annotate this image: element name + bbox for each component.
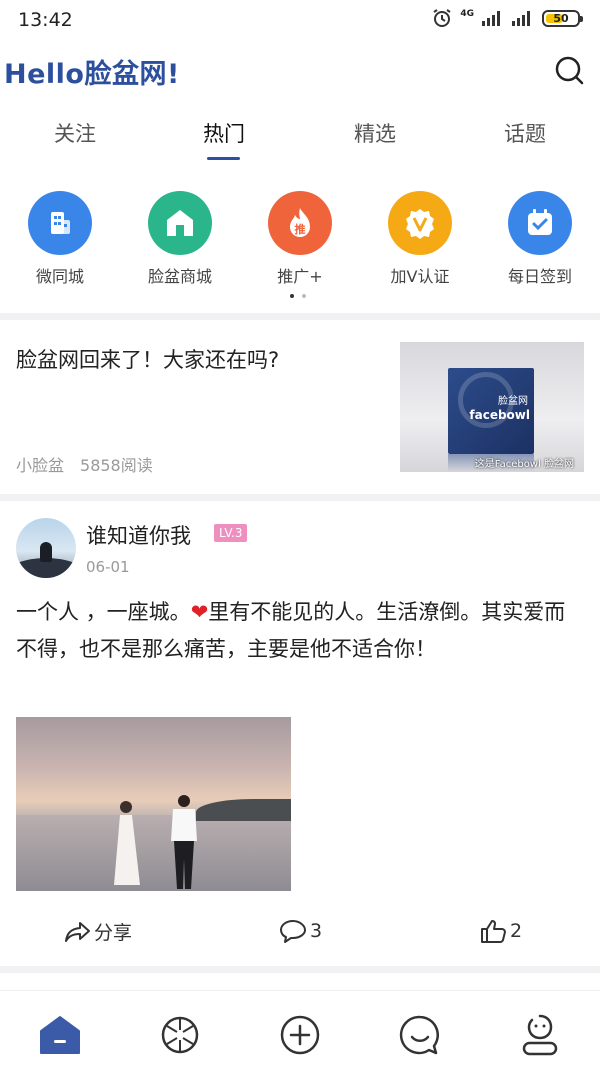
calendar-icon bbox=[508, 191, 572, 255]
post-username[interactable]: 谁知道你我 bbox=[86, 520, 191, 550]
message-icon bbox=[399, 1015, 439, 1055]
nav-home[interactable] bbox=[38, 1013, 82, 1057]
status-icons: 4G 50 bbox=[432, 8, 583, 28]
alarm-icon bbox=[433, 9, 451, 27]
post-text-part1: 一个人 ，一座城。 bbox=[16, 600, 191, 624]
bottom-navigation bbox=[0, 990, 600, 1067]
status-bar: 13:42 4G 50 bbox=[0, 0, 600, 40]
nav-messages[interactable] bbox=[398, 1013, 442, 1057]
active-tab-indicator bbox=[207, 157, 240, 160]
tab-follow[interactable]: 关注 bbox=[25, 118, 125, 148]
tab-hot[interactable]: 热门 bbox=[174, 118, 274, 148]
post-image[interactable] bbox=[16, 717, 291, 891]
status-time: 13:42 bbox=[18, 9, 73, 31]
logo-text-en: facebowl bbox=[469, 408, 530, 422]
section-divider bbox=[0, 313, 600, 320]
quick-link-mall[interactable]: 脸盆商城 bbox=[125, 186, 235, 287]
quick-link-promote[interactable]: 推 推广+ bbox=[245, 186, 355, 287]
promote-icon: 推 bbox=[268, 191, 332, 255]
home-icon bbox=[40, 1016, 80, 1054]
network-type: 4G bbox=[460, 9, 474, 19]
battery-level: 50 bbox=[553, 11, 569, 25]
facebowl-logo: 脸盆网 facebowl bbox=[448, 368, 534, 454]
thumbnail-caption: 这是Facebowl 脸盆网 bbox=[474, 459, 574, 470]
nav-discover[interactable] bbox=[158, 1013, 202, 1057]
comment-button[interactable]: 3 bbox=[278, 918, 322, 944]
quick-link-verify[interactable]: 加V认证 bbox=[365, 186, 475, 287]
bride-figure bbox=[114, 801, 140, 885]
verify-icon bbox=[388, 191, 452, 255]
avatar[interactable] bbox=[16, 518, 76, 578]
signal-icon-2 bbox=[512, 11, 530, 26]
quick-link-label: 推广+ bbox=[277, 267, 323, 286]
nav-publish[interactable] bbox=[278, 1013, 322, 1057]
profile-icon bbox=[522, 1014, 558, 1056]
search-icon bbox=[555, 56, 584, 85]
post-body[interactable]: 一个人 ，一座城。❤里有不能见的人。生活潦倒。其实爱而不得，也不是那么痛苦，主要… bbox=[16, 594, 586, 668]
article-thumbnail: 脸盆网 facebowl 这是Facebowl 脸盆网 bbox=[400, 342, 584, 472]
article-author: 小脸盆 bbox=[16, 456, 65, 475]
feed-tabs: 关注 热门 精选 话题 bbox=[0, 112, 600, 164]
level-badge: LV.3 bbox=[214, 524, 248, 542]
app-title: Hello脸盆网! bbox=[4, 59, 180, 90]
nav-profile[interactable] bbox=[518, 1013, 562, 1057]
building-icon bbox=[28, 191, 92, 255]
post-actions: 分享 3 2 bbox=[0, 912, 600, 952]
page-dot bbox=[302, 294, 306, 298]
heart-icon: ❤ bbox=[190, 600, 209, 624]
page-indicator bbox=[290, 294, 306, 298]
quick-link-label: 脸盆商城 bbox=[147, 267, 212, 286]
article-card[interactable]: 脸盆网回来了！大家还在吗? 小脸盆 5858阅读 脸盆网 facebowl 这是F… bbox=[0, 322, 600, 492]
section-divider bbox=[0, 494, 600, 501]
share-label: 分享 bbox=[94, 922, 133, 944]
like-button[interactable]: 2 bbox=[480, 918, 522, 944]
tab-featured[interactable]: 精选 bbox=[325, 118, 425, 148]
signal-icon bbox=[482, 11, 500, 26]
svg-text:推: 推 bbox=[295, 222, 306, 236]
like-count: 2 bbox=[510, 920, 523, 942]
article-meta: 小脸盆 5858阅读 bbox=[16, 452, 153, 476]
quick-links: 微同城 脸盆商城 推 推广+ 加V认证 每日签到 bbox=[0, 186, 600, 296]
article-title: 脸盆网回来了！大家还在吗? bbox=[16, 348, 280, 372]
quick-link-city[interactable]: 微同城 bbox=[5, 186, 115, 287]
article-reads: 5858阅读 bbox=[80, 456, 153, 475]
quick-link-label: 微同城 bbox=[35, 267, 84, 286]
logo-text-cn: 脸盆网 bbox=[498, 396, 528, 407]
share-button[interactable]: 分享 bbox=[64, 918, 132, 945]
battery-icon: 50 bbox=[542, 9, 583, 27]
home-icon bbox=[148, 191, 212, 255]
share-icon bbox=[65, 921, 90, 942]
comment-icon bbox=[280, 920, 306, 943]
quick-link-label: 每日签到 bbox=[507, 267, 572, 286]
app-header: Hello脸盆网! bbox=[0, 48, 600, 94]
comment-count: 3 bbox=[310, 920, 323, 942]
page-dot-active bbox=[290, 294, 294, 298]
section-divider bbox=[0, 966, 600, 973]
discover-icon bbox=[161, 1016, 199, 1054]
thumbs-up-icon bbox=[481, 920, 506, 943]
post-date: 06-01 bbox=[86, 558, 130, 576]
quick-link-label: 加V认证 bbox=[390, 267, 450, 286]
search-button[interactable] bbox=[552, 54, 586, 88]
quick-link-checkin[interactable]: 每日签到 bbox=[485, 186, 595, 287]
tab-topics[interactable]: 话题 bbox=[475, 118, 575, 148]
add-icon bbox=[280, 1015, 320, 1055]
post-card: 谁知道你我 LV.3 06-01 一个人 ，一座城。❤里有不能见的人。生活潦倒。… bbox=[0, 502, 600, 962]
groom-figure bbox=[171, 795, 197, 889]
